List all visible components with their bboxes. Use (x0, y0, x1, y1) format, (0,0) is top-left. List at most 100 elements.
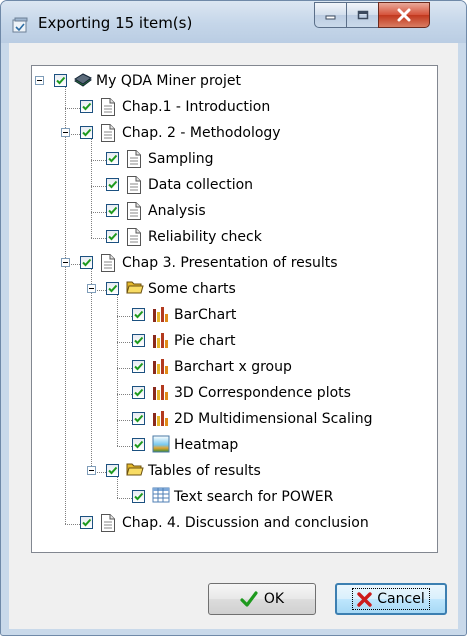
item-checkbox[interactable] (132, 490, 145, 503)
collapse-toggle[interactable] (87, 466, 96, 475)
item-checkbox[interactable] (132, 438, 145, 451)
collapse-toggle[interactable] (35, 76, 44, 85)
tree-item-label: Analysis (148, 203, 206, 219)
item-checkbox[interactable] (106, 282, 119, 295)
tree-item-label: Chap. 4. Discussion and conclusion (122, 515, 369, 531)
tree-item-label: Chap. 2 - Methodology (122, 125, 281, 141)
document-icon (100, 97, 118, 117)
bar-chart-icon (152, 305, 170, 325)
cancel-button[interactable]: Cancel (335, 583, 447, 615)
collapse-toggle[interactable] (87, 284, 96, 293)
table-icon (152, 487, 170, 507)
item-checkbox[interactable] (80, 100, 93, 113)
tree-item[interactable]: 2D Multidimensional Scaling (32, 407, 437, 433)
tree-item[interactable]: Chap. 4. Discussion and conclusion (32, 511, 437, 537)
checkmark-icon (56, 76, 66, 85)
tree-item[interactable]: Data collection (32, 173, 437, 199)
document-icon (100, 253, 118, 273)
tree-item-label: BarChart (174, 307, 237, 323)
tree-item[interactable]: Pie chart (32, 329, 437, 355)
folder-icon (126, 461, 144, 481)
item-checkbox[interactable] (80, 516, 93, 529)
tree-item[interactable]: Sampling (32, 147, 437, 173)
cancel-focus-frame: Cancel (352, 588, 430, 610)
bar-chart-icon (152, 357, 170, 377)
export-dialog: Exporting 15 item(s) My QDA Miner projet… (0, 0, 467, 636)
checkmark-icon (134, 310, 144, 319)
item-checkbox[interactable] (106, 152, 119, 165)
ok-button[interactable]: OK (208, 583, 316, 615)
document-icon (126, 227, 144, 247)
close-button[interactable] (378, 2, 430, 28)
tree-item[interactable]: Chap.1 - Introduction (32, 95, 437, 121)
checkmark-icon (108, 284, 118, 293)
checkmark-icon (240, 591, 258, 607)
checkmark-icon (134, 440, 144, 449)
checkmark-icon (82, 102, 92, 111)
document-icon (100, 123, 118, 143)
item-checkbox[interactable] (132, 308, 145, 321)
tree-item[interactable]: Tables of results (32, 459, 437, 485)
item-checkbox[interactable] (106, 230, 119, 243)
ok-label: OK (263, 591, 285, 607)
item-checkbox[interactable] (80, 256, 93, 269)
tree-item[interactable]: Chap 3. Presentation of results (32, 251, 437, 277)
minimize-icon (325, 15, 336, 20)
item-checkbox[interactable] (106, 178, 119, 191)
tree-item[interactable]: Heatmap (32, 433, 437, 459)
bar-chart-icon (152, 331, 170, 351)
tree-item-label: 3D Correspondence plots (174, 385, 351, 401)
tree-item-label: Sampling (148, 151, 214, 167)
folder-icon (126, 279, 144, 299)
item-checkbox[interactable] (132, 360, 145, 373)
tree-item[interactable]: Some charts (32, 277, 437, 303)
checkmark-icon (82, 128, 92, 137)
item-checkbox[interactable] (106, 464, 119, 477)
checkmark-icon (108, 206, 118, 215)
tree-item-label: 2D Multidimensional Scaling (174, 411, 373, 427)
document-icon (100, 513, 118, 533)
app-icon (12, 17, 28, 33)
title-bar[interactable]: Exporting 15 item(s) (1, 1, 466, 43)
document-icon (126, 149, 144, 169)
checkmark-icon (134, 492, 144, 501)
tree-item[interactable]: 3D Correspondence plots (32, 381, 437, 407)
checkmark-icon (108, 466, 118, 475)
maximize-button[interactable] (346, 2, 379, 28)
item-checkbox[interactable] (106, 204, 119, 217)
bar-chart-icon (152, 409, 170, 429)
checkmark-icon (82, 518, 92, 527)
close-icon (397, 8, 411, 22)
document-icon (126, 175, 144, 195)
tree-item[interactable]: Chap. 2 - Methodology (32, 121, 437, 147)
item-checkbox[interactable] (132, 334, 145, 347)
tree-item[interactable]: BarChart (32, 303, 437, 329)
tree-item-label: Data collection (148, 177, 254, 193)
export-tree[interactable]: My QDA Miner projet Chap.1 - Introduction… (31, 65, 438, 553)
tree-item[interactable]: My QDA Miner projet (32, 69, 437, 95)
item-checkbox[interactable] (80, 126, 93, 139)
tree-item[interactable]: Barchart x group (32, 355, 437, 381)
tree-item-label: Pie chart (174, 333, 236, 349)
bar-chart-icon (152, 383, 170, 403)
tree-item-label: My QDA Miner projet (96, 73, 241, 89)
tree-item-label: Heatmap (174, 437, 239, 453)
tree-item[interactable]: Text search for POWER (32, 485, 437, 511)
checkmark-icon (108, 180, 118, 189)
item-checkbox[interactable] (132, 412, 145, 425)
checkmark-icon (134, 362, 144, 371)
tree-item[interactable]: Reliability check (32, 225, 437, 251)
item-checkbox[interactable] (132, 386, 145, 399)
item-checkbox[interactable] (54, 74, 67, 87)
document-icon (126, 201, 144, 221)
maximize-icon (357, 10, 368, 20)
window-title: Exporting 15 item(s) (38, 14, 193, 32)
collapse-toggle[interactable] (61, 128, 70, 137)
dialog-body: My QDA Miner projet Chap.1 - Introduction… (9, 43, 458, 629)
tree-item[interactable]: Analysis (32, 199, 437, 225)
checkmark-icon (134, 414, 144, 423)
checkmark-icon (134, 336, 144, 345)
checkmark-icon (108, 232, 118, 241)
collapse-toggle[interactable] (61, 258, 70, 267)
minimize-button[interactable] (314, 2, 347, 28)
